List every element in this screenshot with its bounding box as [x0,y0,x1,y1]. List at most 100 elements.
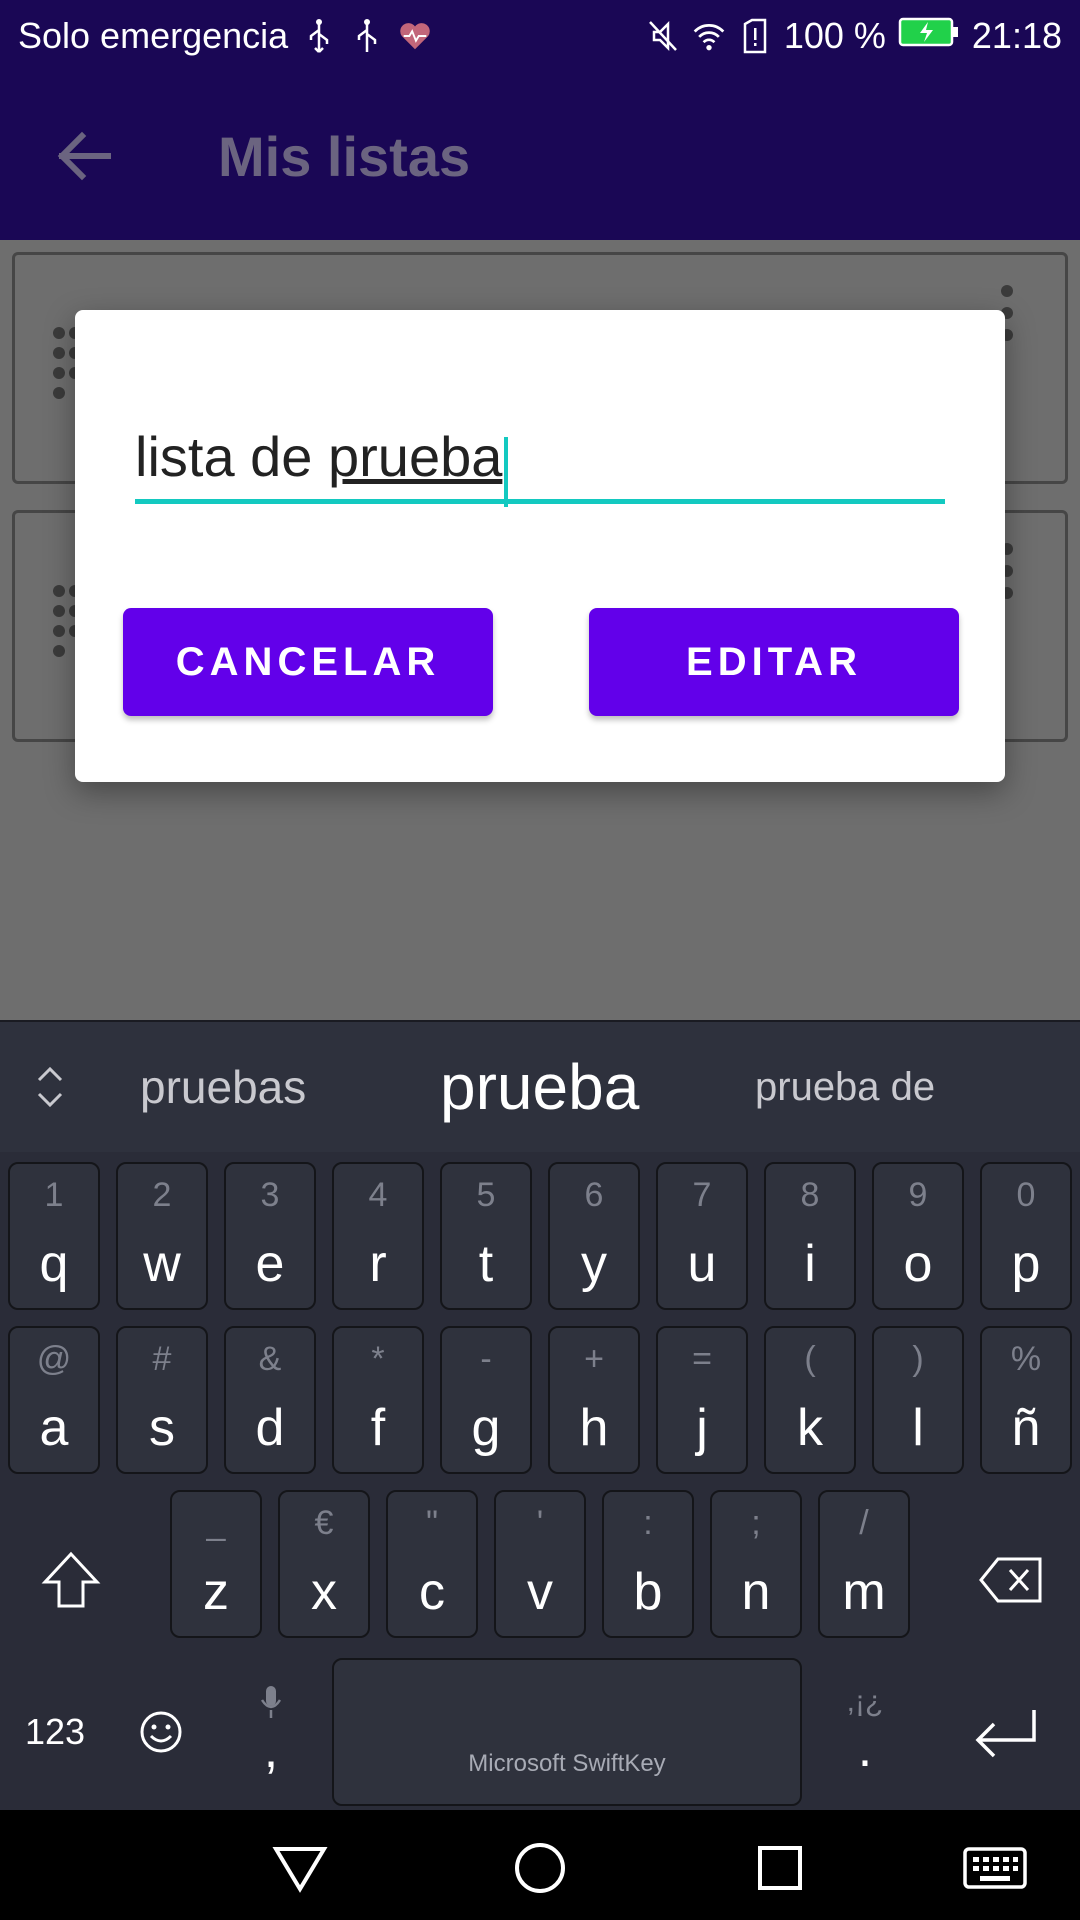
key-u[interactable]: 7u [656,1162,748,1310]
suggestion-center[interactable]: prueba [440,1050,639,1124]
backspace-icon [979,1557,1042,1603]
text-cursor [504,436,509,507]
key-label: s [149,1399,175,1457]
usb-icon [302,16,336,56]
edit-button[interactable]: EDITAR [589,608,959,716]
composing-word: prueba [328,425,503,488]
key-hint: 6 [584,1176,604,1214]
key-c[interactable]: " c [386,1490,478,1638]
key-label: l [912,1399,924,1457]
list-name-input[interactable]: lista de prueba [135,410,945,507]
key-ñ[interactable]: % ñ [980,1326,1072,1474]
shift-icon [41,1551,101,1608]
key-label: k [797,1399,823,1457]
key-hint: _ [206,1504,226,1542]
square-recents-icon [758,1846,802,1890]
enter-icon [975,1710,1036,1758]
key-label: j [696,1399,708,1457]
keyboard-brand-label: Microsoft SwiftKey [468,1750,666,1777]
key-l[interactable]: ) l [872,1326,964,1474]
key-hint: 7 [692,1176,712,1214]
key-p[interactable]: 0p [980,1162,1072,1310]
suggestion-left[interactable]: pruebas [140,1060,306,1114]
key-hint: = [692,1340,712,1378]
key-label: x [311,1563,337,1621]
suggestion-bar: pruebas prueba prueba de [0,1022,1080,1152]
key-h[interactable]: + h [548,1326,640,1474]
expand-toolbar-button[interactable] [0,1064,100,1110]
key-t[interactable]: 5t [440,1162,532,1310]
battery-charging-icon [898,15,960,57]
key-hint: ) [912,1340,924,1378]
key-r[interactable]: 4r [332,1162,424,1310]
key-hint: : [643,1504,653,1542]
key-label: e [255,1235,285,1293]
key-v[interactable]: ' v [494,1490,586,1638]
home-nav-button[interactable] [510,1838,570,1898]
keyboard-switch-button[interactable] [960,1838,1030,1898]
suggestion-right[interactable]: prueba de [755,1065,935,1110]
key-hint: - [480,1340,492,1378]
key-hint: ' [536,1504,544,1542]
key-b[interactable]: :b [602,1490,694,1638]
backspace-key[interactable] [966,1506,1056,1654]
comma-key[interactable]: , [226,1658,316,1806]
key-label: y [581,1235,607,1293]
navigation-bar [0,1810,1080,1920]
key-hint: # [152,1340,172,1378]
key-hint: * [371,1340,385,1378]
clock: 21:18 [971,15,1062,56]
key-m[interactable]: / m [818,1490,910,1638]
key-hint: % [1010,1340,1042,1378]
key-label: r [369,1235,387,1293]
key-o[interactable]: 9o [872,1162,964,1310]
key-g[interactable]: -g [440,1326,532,1474]
key-j[interactable]: = j [656,1326,748,1474]
key-q[interactable]: 1q [8,1162,100,1310]
health-icon [398,16,432,56]
key-hint: 9 [908,1176,928,1214]
space-key[interactable]: Microsoft SwiftKey [332,1658,802,1806]
keyboard-icon [963,1847,1027,1889]
key-label: i [804,1235,816,1293]
key-hint: 5 [476,1176,496,1214]
mute-icon [646,16,680,56]
period-hint: ,¡¿ [846,1685,884,1718]
back-button[interactable] [34,106,134,206]
key-label: f [370,1399,386,1457]
key-s[interactable]: # s [116,1326,208,1474]
key-z[interactable]: _ z [170,1490,262,1638]
recents-nav-button[interactable] [750,1838,810,1898]
triangle-back-icon [272,1847,328,1893]
period-key[interactable]: ,¡¿ . [820,1658,910,1806]
shift-key[interactable] [26,1506,116,1654]
key-f[interactable]: * f [332,1326,424,1474]
chevron-updown-icon [37,1066,63,1108]
key-label: p [1011,1235,1041,1293]
key-hint: 3 [260,1176,280,1214]
key-hint: / [859,1504,869,1542]
key-d[interactable]: & d [224,1326,316,1474]
key-hint: 4 [368,1176,388,1214]
key-e[interactable]: 3e [224,1162,316,1310]
numbers-key[interactable]: 123 [10,1658,100,1806]
input-text: lista de [135,425,328,488]
comma-label: , [263,1721,279,1779]
enter-key[interactable] [950,1658,1060,1806]
key-w[interactable]: 2w [116,1162,208,1310]
cancel-button[interactable]: CANCELAR [123,608,493,716]
key-label: t [478,1235,494,1293]
edit-list-dialog: lista de prueba CANCELAR EDITAR [75,310,1005,782]
key-a[interactable]: @ a [8,1326,100,1474]
key-x[interactable]: € x [278,1490,370,1638]
key-n[interactable]: ; n [710,1490,802,1638]
key-label: c [419,1563,445,1621]
emoji-key[interactable] [116,1658,206,1806]
key-i[interactable]: 8i [764,1162,856,1310]
key-label: g [471,1399,501,1457]
key-k[interactable]: (k [764,1326,856,1474]
key-hint: € [314,1504,334,1542]
key-y[interactable]: 6y [548,1162,640,1310]
back-nav-button[interactable] [270,1838,330,1898]
key-label: a [39,1399,69,1457]
